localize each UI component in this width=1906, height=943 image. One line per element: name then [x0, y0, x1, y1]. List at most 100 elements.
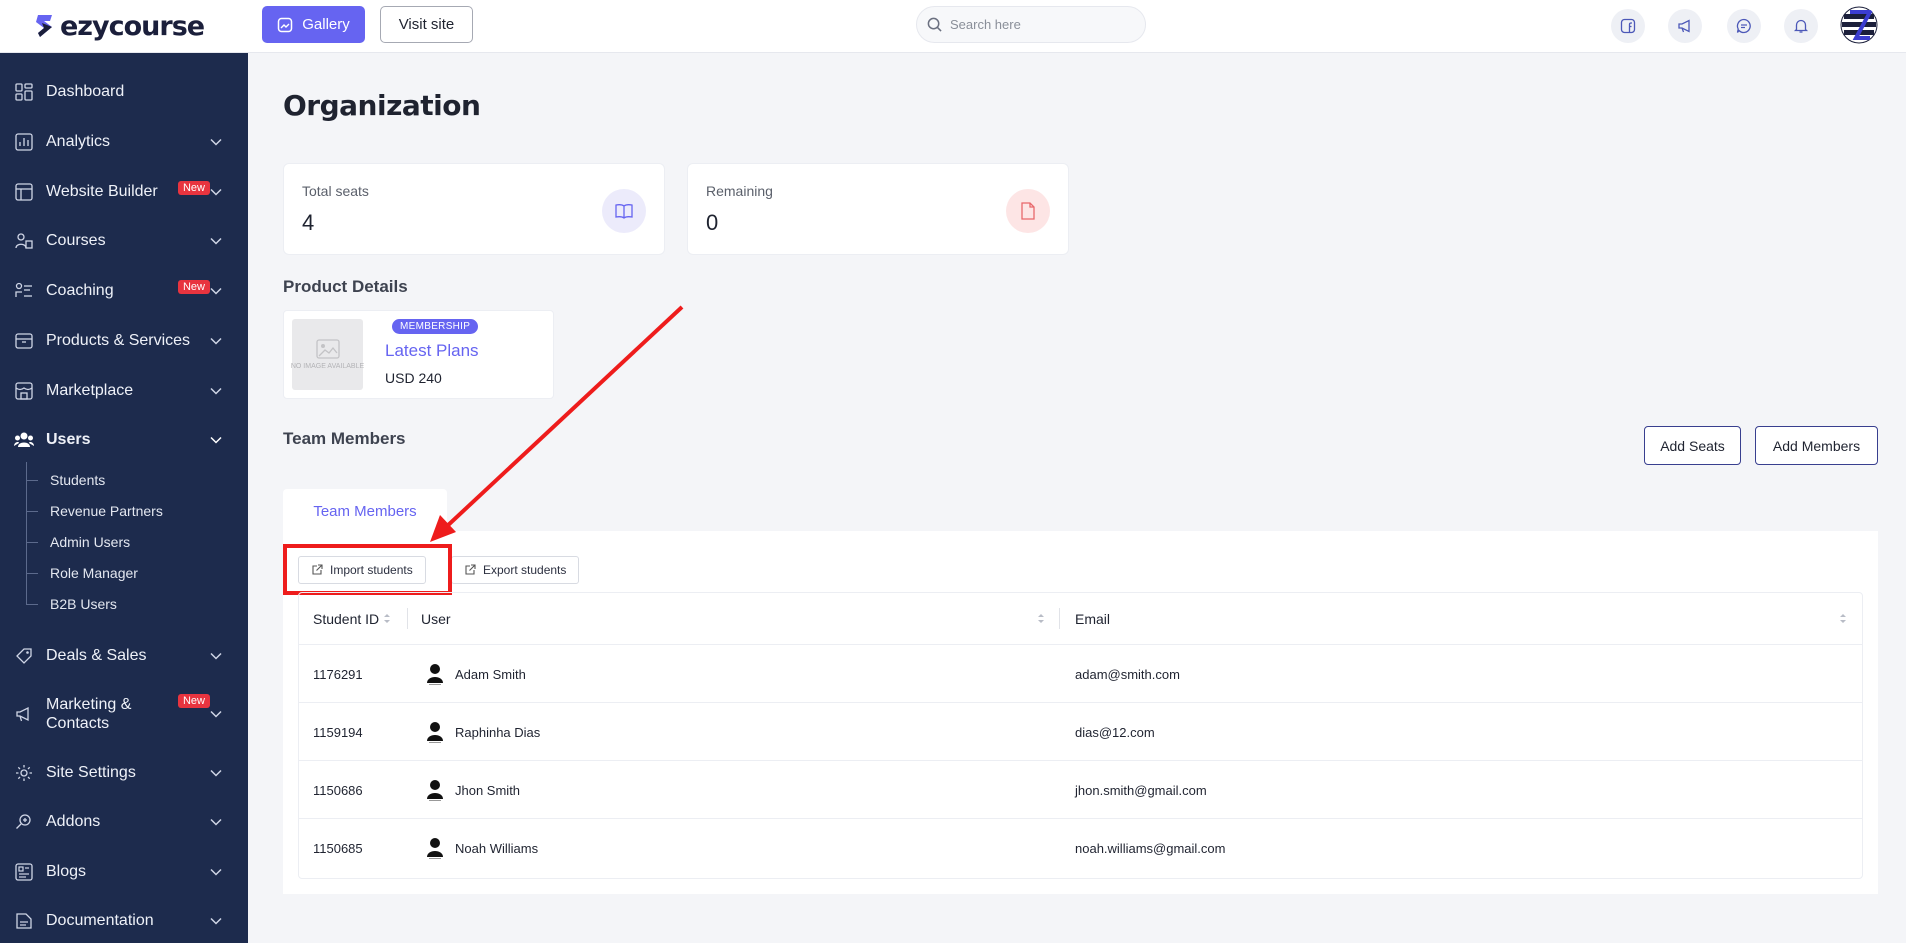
table-row[interactable]: 1159194 Raphinha Dias dias@12.com [299, 702, 1862, 760]
brand-logo[interactable]: ezycourse [34, 8, 205, 44]
messages-button[interactable] [1727, 9, 1761, 43]
dashboard-icon [14, 82, 34, 102]
add-members-button[interactable]: Add Members [1755, 426, 1878, 465]
header-label: User [421, 610, 451, 627]
sidebar-item-users[interactable]: Users [0, 420, 248, 460]
sidebar-item-products-services[interactable]: Products & Services [0, 321, 248, 361]
stat-card-total-seats: Total seats 4 [283, 163, 665, 255]
product-card[interactable]: NO IMAGE AVAILABLE MEMBERSHIP Latest Pla… [283, 310, 554, 399]
chevron-down-icon [210, 818, 222, 826]
analytics-icon [14, 132, 34, 152]
sidebar-item-dashboard[interactable]: Dashboard [0, 72, 248, 112]
products-icon [14, 331, 34, 351]
sidebar-subitem-b2b-users[interactable]: B2B Users [50, 596, 117, 612]
sidebar: Dashboard Analytics Website Builder New … [0, 53, 248, 943]
sidebar-item-marketing-contacts[interactable]: Marketing & Contacts New [0, 691, 248, 737]
sidebar-item-label: Analytics [46, 133, 111, 150]
sidebar-item-label: Documentation [46, 912, 154, 929]
bell-icon [1793, 19, 1809, 33]
chevron-down-icon [210, 769, 222, 777]
file-icon [1006, 189, 1050, 233]
chevron-down-icon [210, 237, 222, 245]
search-input[interactable] [950, 17, 1120, 32]
column-header-user[interactable]: User [421, 593, 451, 644]
addons-icon [14, 812, 34, 832]
user-icon [427, 838, 443, 859]
sidebar-subitem-revenue-partners[interactable]: Revenue Partners [50, 503, 163, 519]
gallery-button[interactable]: Gallery [262, 6, 365, 43]
users-icon [14, 430, 34, 450]
sidebar-item-addons[interactable]: Addons [0, 802, 248, 842]
no-image-text: NO IMAGE AVAILABLE [290, 363, 365, 370]
header-label: Email [1075, 610, 1111, 627]
user-cell: Jhon Smith [425, 761, 520, 819]
table-row[interactable]: 1176291 Adam Smith adam@smith.com [299, 644, 1862, 702]
facebook-button[interactable] [1611, 9, 1645, 43]
sort-icon [384, 614, 391, 623]
student-id-cell: 1150685 [313, 840, 363, 856]
export-students-label: Export students [483, 563, 567, 577]
sidebar-item-website-builder[interactable]: Website Builder New [0, 172, 248, 212]
sidebar-item-label: Courses [46, 232, 106, 249]
chevron-down-icon [210, 337, 222, 345]
user-name: Jhon Smith [455, 782, 521, 798]
brand-name: ezycourse [60, 10, 205, 42]
submenu-tick [26, 573, 38, 574]
chevron-down-icon [210, 387, 222, 395]
column-header-email[interactable]: Email [1075, 593, 1110, 644]
chevron-down-icon [210, 868, 222, 876]
visit-site-button[interactable]: Visit site [380, 6, 473, 43]
sidebar-item-courses[interactable]: Courses [0, 221, 248, 261]
table-row[interactable]: 1150685 Noah Williams noah.williams@gmai… [299, 818, 1862, 876]
sort-icon[interactable] [1037, 613, 1045, 624]
sidebar-item-label: Site Settings [46, 764, 136, 781]
chevron-down-icon [210, 287, 222, 295]
column-separator [1059, 608, 1060, 629]
sidebar-item-label: Coaching [46, 282, 114, 299]
sidebar-subitem-role-manager[interactable]: Role Manager [50, 565, 138, 581]
table-row[interactable]: 1150686 Jhon Smith jhon.smith@gmail.com [299, 760, 1862, 818]
announcements-button[interactable] [1668, 9, 1702, 43]
stat-value: 0 [706, 210, 719, 235]
sidebar-item-label: Users [46, 431, 91, 448]
chevron-down-icon [210, 138, 222, 146]
new-badge: New [177, 280, 210, 294]
courses-icon [14, 231, 34, 251]
facebook-icon [1620, 18, 1636, 34]
sidebar-item-marketplace[interactable]: Marketplace [0, 371, 248, 411]
team-members-table: Student ID User Email 1176291 Adam Smith… [298, 592, 1863, 879]
sidebar-item-coaching[interactable]: Coaching New [0, 271, 248, 311]
avatar[interactable] [1840, 6, 1878, 44]
tab-team-members[interactable]: Team Members [283, 489, 447, 533]
chevron-down-icon [210, 436, 222, 444]
submenu-tick [26, 480, 38, 481]
sidebar-item-label: Addons [46, 813, 101, 830]
user-name: Noah Williams [455, 840, 539, 856]
sidebar-item-analytics[interactable]: Analytics [0, 122, 248, 162]
email-cell: jhon.smith@gmail.com [1075, 782, 1207, 798]
stat-card-remaining: Remaining 0 [687, 163, 1069, 255]
sidebar-item-deals-sales[interactable]: Deals & Sales [0, 636, 248, 676]
sidebar-item-blogs[interactable]: Blogs [0, 852, 248, 892]
sidebar-item-documentation[interactable]: Documentation [0, 901, 248, 941]
product-details-title: Product Details [283, 277, 408, 296]
export-students-button[interactable]: Export students [451, 556, 580, 584]
user-name: Adam Smith [455, 666, 526, 682]
sidebar-item-site-settings[interactable]: Site Settings [0, 753, 248, 793]
chevron-down-icon [210, 710, 222, 718]
sort-icon[interactable] [1839, 613, 1847, 624]
sidebar-subitem-students[interactable]: Students [50, 472, 105, 488]
column-header-student-id[interactable]: Student ID [313, 593, 391, 644]
user-cell: Raphinha Dias [425, 703, 540, 761]
notifications-button[interactable] [1784, 9, 1818, 43]
product-name-link[interactable]: Latest Plans [385, 341, 479, 361]
user-cell: Noah Williams [425, 819, 538, 877]
submenu-tick [26, 604, 38, 605]
add-seats-button[interactable]: Add Seats [1644, 426, 1741, 465]
gallery-label: Gallery [302, 16, 350, 33]
sidebar-subitem-admin-users[interactable]: Admin Users [50, 534, 130, 550]
marketing-icon [14, 704, 34, 724]
search-box[interactable] [916, 6, 1146, 43]
new-badge: New [177, 694, 210, 708]
column-separator [407, 608, 408, 629]
